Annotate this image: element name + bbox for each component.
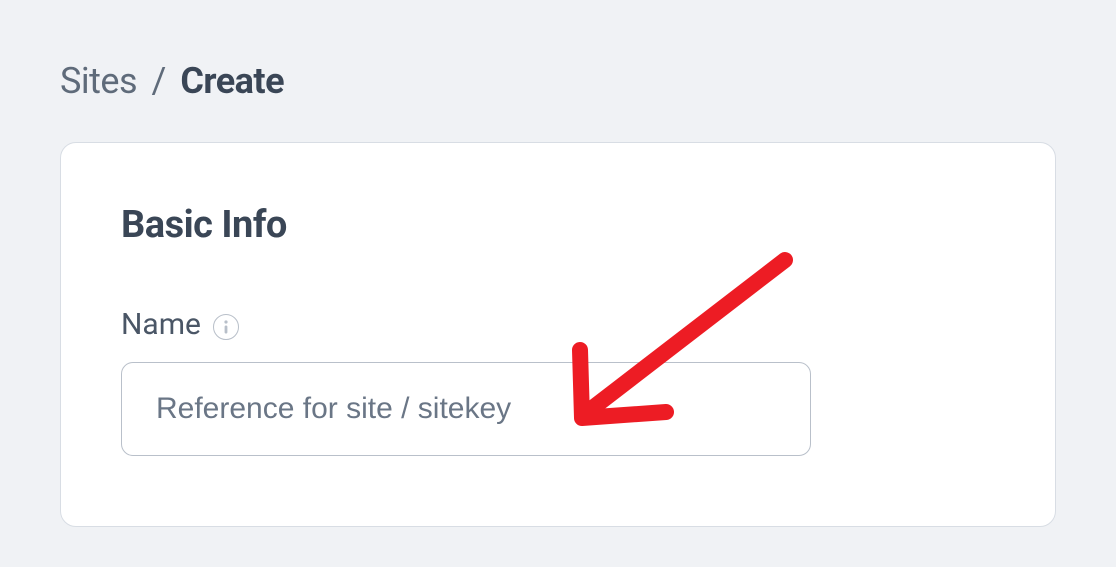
info-icon[interactable] [213,314,239,340]
name-field-label-row: Name [121,307,995,342]
page-container: Sites / Create Basic Info Name [0,0,1116,567]
card-title: Basic Info [121,203,995,247]
name-input[interactable] [121,362,811,456]
basic-info-card: Basic Info Name [60,142,1056,527]
breadcrumb-current: Create [180,60,284,102]
breadcrumb-parent[interactable]: Sites [60,60,137,102]
breadcrumb-separator: / [152,60,166,102]
breadcrumb: Sites / Create [60,60,1056,102]
name-field-label: Name [121,307,201,342]
